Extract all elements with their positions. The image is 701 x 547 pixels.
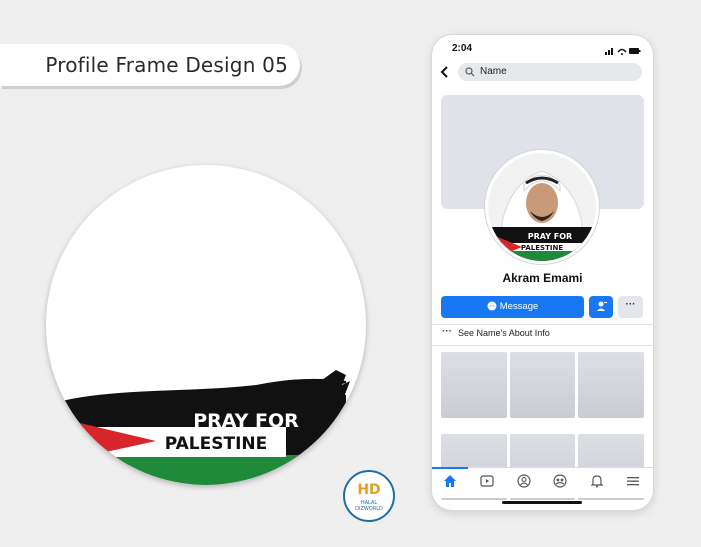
photo-thumb[interactable] — [578, 352, 644, 418]
search-icon — [465, 67, 475, 77]
divider — [432, 324, 653, 325]
back-arrow-icon[interactable] — [440, 65, 450, 83]
messenger-icon — [487, 301, 497, 311]
message-label: Message — [499, 301, 539, 312]
svg-text:PALESTINE: PALESTINE — [521, 244, 563, 252]
more-options-button[interactable]: ··· — [618, 296, 643, 318]
add-friend-icon — [597, 301, 607, 311]
search-input[interactable]: Name — [458, 63, 642, 81]
add-friend-button[interactable] — [589, 296, 613, 318]
photo-thumb[interactable] — [441, 352, 507, 418]
frame-banner-graphic: PRAY FOR PALESTINE — [46, 370, 366, 485]
about-info-link[interactable]: See Name's About Info — [458, 328, 550, 338]
bottom-tab-bar — [432, 467, 653, 498]
brand-logo: HD HALAL DIZWORLD — [343, 470, 395, 522]
home-icon[interactable] — [443, 474, 457, 493]
divider — [432, 345, 653, 346]
page-title: Profile Frame Design 05 — [45, 53, 288, 77]
photo-thumb[interactable] — [509, 352, 576, 418]
status-icons — [605, 43, 641, 61]
search-placeholder: Name — [480, 66, 507, 77]
avatar[interactable]: PRAY FOR PALESTINE — [488, 153, 596, 261]
profile-icon[interactable] — [517, 474, 531, 493]
profile-frame-preview: PRAY FOR PALESTINE — [46, 165, 366, 485]
status-time: 2:04 — [452, 43, 473, 54]
video-icon[interactable] — [480, 474, 494, 493]
svg-text:PRAY FOR: PRAY FOR — [528, 232, 572, 241]
active-tab-indicator — [432, 467, 468, 469]
svg-text:DIZWORLD: DIZWORLD — [355, 506, 383, 512]
banner-line2: PALESTINE — [165, 434, 268, 454]
svg-text:HD: HD — [357, 482, 380, 498]
banner-line1: PRAY FOR — [193, 410, 299, 432]
title-banner: Profile Frame Design 05 — [0, 44, 300, 86]
menu-icon[interactable] — [626, 474, 640, 493]
about-dots-icon: ··· — [442, 326, 452, 337]
phone-mockup: 2:04 Name PRAY FOR PALESTINE Akram Emami… — [432, 35, 653, 510]
bell-icon[interactable] — [590, 474, 604, 493]
groups-icon[interactable] — [553, 474, 567, 493]
message-button[interactable]: Message — [441, 296, 584, 318]
home-indicator — [502, 501, 582, 504]
profile-name: Akram Emami — [502, 271, 583, 285]
